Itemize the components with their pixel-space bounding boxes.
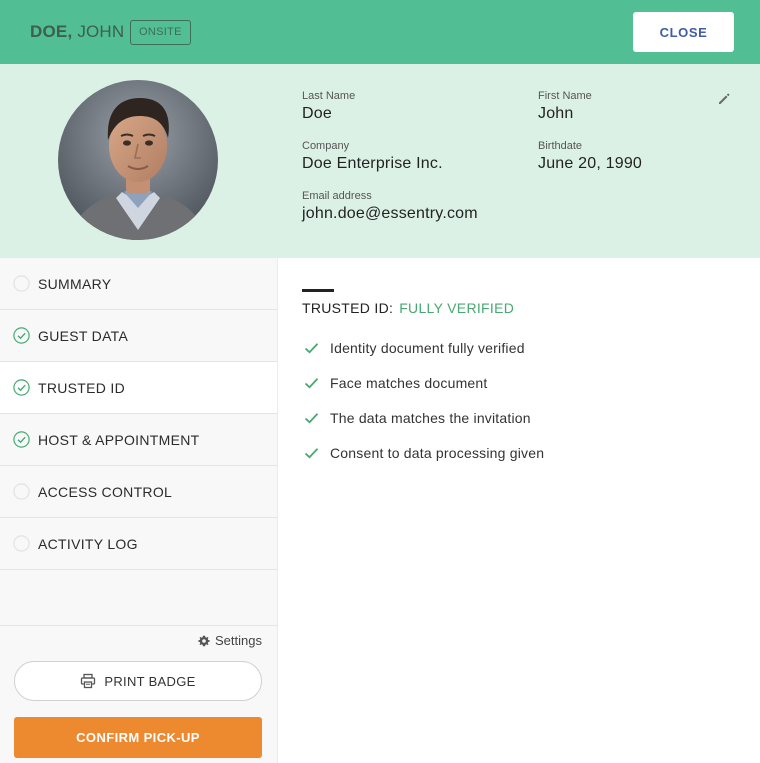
email-value: john.doe@essentry.com — [302, 205, 478, 222]
sidebar-item-trusted-id[interactable]: TRUSTED ID — [0, 362, 277, 414]
status-badge: ONSITE — [130, 20, 191, 45]
main-content: TRUSTED ID: FULLY VERIFIED Identity docum… — [278, 258, 760, 763]
avatar-photo — [58, 80, 218, 240]
birthdate-label: Birthdate — [538, 140, 583, 152]
check-icon — [304, 412, 319, 423]
check-circle-icon — [13, 431, 30, 448]
sidebar-item-host-appointment[interactable]: HOST & APPOINTMENT — [0, 414, 277, 466]
confirm-pickup-button[interactable]: CONFIRM PICK-UP — [14, 717, 262, 758]
email-field: Email address john.doe@essentry.com — [302, 190, 478, 223]
sidebar-item-guest-data[interactable]: GUEST DATA — [0, 310, 277, 362]
sidebar-item-activity-log[interactable]: ACTIVITY LOG — [0, 518, 277, 570]
sidebar-footer: Settings PRINT BADGE CONFIRM PICK-UP — [0, 625, 278, 763]
check-circle-icon — [13, 327, 30, 344]
last-name-label: Last Name — [302, 90, 356, 102]
email-label: Email address — [302, 190, 372, 202]
company-value: Doe Enterprise Inc. — [302, 155, 443, 172]
list-item: Face matches document — [304, 365, 544, 400]
first-name-label: First Name — [538, 90, 592, 102]
guest-first-name: JOHN — [77, 22, 125, 41]
close-button[interactable]: CLOSE — [633, 12, 734, 52]
profile-panel: Last Name Doe First Name John Company Do… — [0, 64, 760, 258]
verification-status: FULLY VERIFIED — [399, 300, 515, 316]
empty-circle-icon — [13, 275, 30, 292]
sidebar-item-label: ACCESS CONTROL — [38, 484, 173, 500]
verification-check-list: Identity document fully verified Face ma… — [304, 330, 544, 470]
guest-name-title: DOE, JOHN — [30, 22, 124, 42]
first-name-value: John — [538, 105, 574, 122]
check-text: Consent to data processing given — [330, 444, 545, 461]
last-name-field: Last Name Doe — [302, 90, 355, 123]
print-badge-label: PRINT BADGE — [104, 673, 196, 689]
section-label: TRUSTED ID: — [302, 300, 394, 316]
check-text: Identity document fully verified — [330, 339, 525, 356]
check-text: Face matches document — [330, 374, 488, 391]
sidebar: SUMMARY GUEST DATA TRUSTED ID HOST & APP… — [0, 258, 278, 763]
check-icon — [304, 377, 319, 388]
section-title: TRUSTED ID: FULLY VERIFIED — [302, 300, 514, 316]
sidebar-nav: SUMMARY GUEST DATA TRUSTED ID HOST & APP… — [0, 258, 277, 570]
check-icon — [304, 447, 319, 458]
sidebar-item-label: TRUSTED ID — [38, 380, 125, 396]
check-circle-icon — [13, 379, 30, 396]
guest-last-name: DOE, — [30, 22, 73, 41]
check-text: The data matches the invitation — [330, 409, 531, 426]
company-label: Company — [302, 140, 350, 152]
birthdate-value: June 20, 1990 — [538, 155, 643, 172]
empty-circle-icon — [13, 483, 30, 500]
printer-icon — [81, 673, 96, 689]
last-name-value: Doe — [302, 105, 332, 122]
header-bar: DOE, JOHN ONSITE CLOSE — [0, 0, 760, 64]
settings-label: Settings — [215, 633, 262, 648]
section-accent-bar — [302, 289, 334, 292]
list-item: Consent to data processing given — [304, 435, 544, 470]
company-field: Company Doe Enterprise Inc. — [302, 140, 443, 173]
gear-icon — [198, 635, 210, 646]
settings-link[interactable]: Settings — [198, 633, 262, 648]
pencil-icon[interactable] — [716, 91, 732, 107]
check-icon — [304, 342, 319, 353]
sidebar-item-label: ACTIVITY LOG — [38, 536, 138, 552]
avatar — [58, 80, 218, 240]
sidebar-item-summary[interactable]: SUMMARY — [0, 258, 277, 310]
print-badge-button[interactable]: PRINT BADGE — [14, 661, 262, 701]
sidebar-item-label: SUMMARY — [38, 276, 112, 292]
first-name-field: First Name John — [538, 90, 592, 123]
sidebar-item-label: HOST & APPOINTMENT — [38, 432, 200, 448]
empty-circle-icon — [13, 535, 30, 552]
list-item: Identity document fully verified — [304, 330, 544, 365]
list-item: The data matches the invitation — [304, 400, 544, 435]
sidebar-item-label: GUEST DATA — [38, 328, 129, 344]
birthdate-field: Birthdate June 20, 1990 — [538, 140, 642, 173]
sidebar-item-access-control[interactable]: ACCESS CONTROL — [0, 466, 277, 518]
